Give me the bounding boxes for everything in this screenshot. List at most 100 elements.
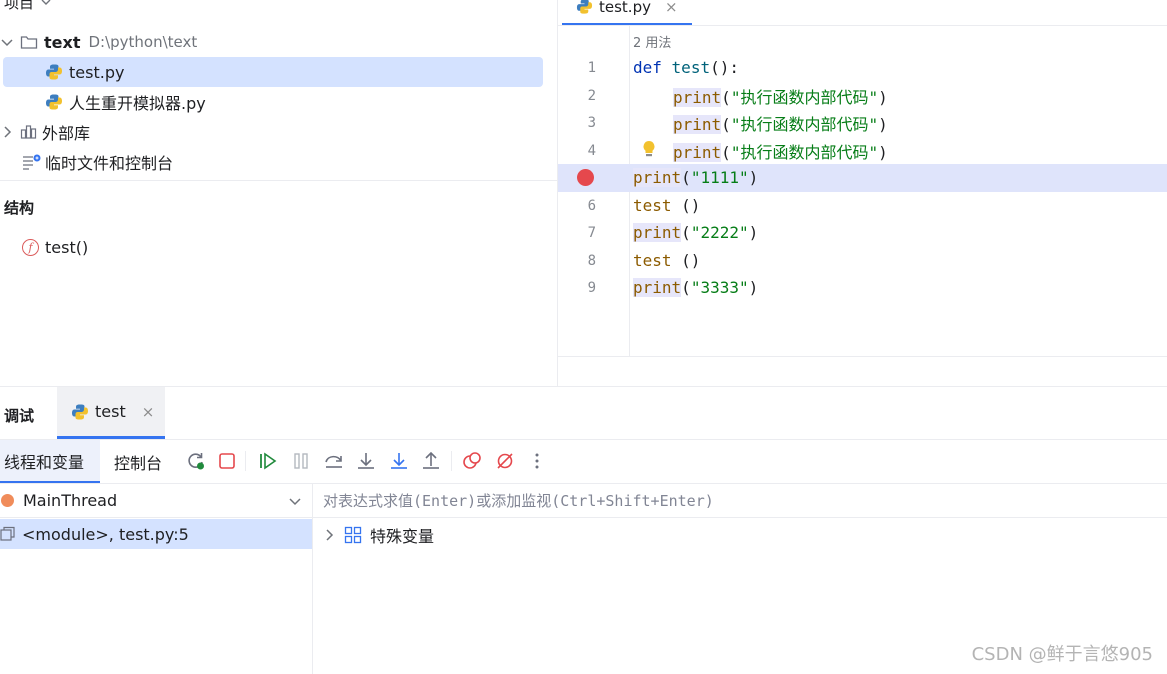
code-text: test () [633, 196, 701, 216]
tree-scratches[interactable]: 临时文件和控制台 [0, 147, 173, 177]
step-into-icon[interactable] [355, 450, 377, 472]
code-line-7[interactable]: 7 print("2222") [558, 219, 1167, 247]
root-folder-name: text [44, 32, 81, 52]
code-text: print("执行函数内部代码") [673, 142, 888, 162]
pane-divider[interactable] [0, 180, 557, 181]
code-line-3[interactable]: 3 print("执行函数内部代码") [558, 109, 1167, 137]
line-number: 7 [587, 224, 596, 241]
pause-icon[interactable] [290, 450, 312, 472]
code-line-2[interactable]: 2 print("执行函数内部代码") [558, 82, 1167, 110]
step-out-icon[interactable] [420, 450, 442, 472]
line-number: 6 [587, 197, 596, 214]
tab-console[interactable]: 控制台 [114, 440, 162, 484]
special-variables-icon [344, 526, 362, 544]
rerun-icon[interactable] [185, 450, 207, 472]
code-text: print("执行函数内部代码") [673, 114, 888, 134]
python-file-icon [72, 404, 88, 419]
debug-title: 调试 [4, 407, 35, 425]
function-icon: f [22, 239, 39, 256]
code-editor[interactable]: test.py × 2 用法 1 def test(): 2 print("执行… [557, 0, 1167, 386]
code-line-6[interactable]: 6 test () [558, 192, 1167, 220]
lightbulb-icon[interactable] [642, 140, 656, 158]
debug-session-label: test [95, 402, 126, 421]
thread-name: MainThread [23, 491, 118, 510]
tree-external-libs[interactable]: 外部库 [0, 117, 90, 147]
toolbar-separator [245, 451, 246, 471]
code-line-1[interactable]: 1 def test(): [558, 54, 1167, 82]
python-file-icon [46, 64, 62, 80]
line-number: 4 [587, 142, 596, 159]
chevron-right-icon[interactable] [0, 125, 14, 139]
frame-icon [0, 526, 15, 541]
debug-tool-window: 调试 test × 线程和变量 控制台 MainThread <module>,… [0, 386, 1167, 674]
close-icon[interactable]: × [142, 403, 155, 421]
thread-status-icon [1, 494, 14, 507]
file-name: test.py [69, 62, 125, 82]
python-file-icon [576, 0, 593, 14]
folder-icon [20, 36, 38, 49]
project-header-label: 项目 [4, 0, 35, 12]
external-libs-label: 外部库 [42, 124, 91, 143]
line-number: 2 [587, 87, 596, 104]
tree-root-text[interactable]: text D:\python\text [0, 27, 197, 57]
chevron-down-icon[interactable] [0, 35, 14, 49]
code-line-8[interactable]: 8 test () [558, 247, 1167, 275]
debug-session-tab[interactable]: test × [57, 387, 165, 439]
tabbar-divider [558, 25, 1167, 26]
editor-tab-test-py[interactable]: test.py × [562, 0, 692, 26]
chevron-down-icon[interactable] [288, 494, 302, 508]
scratches-label: 临时文件和控制台 [45, 154, 174, 173]
code-text: def test(): [633, 58, 739, 78]
tab-console-label: 控制台 [114, 454, 163, 473]
code-text: print("执行函数内部代码") [673, 87, 888, 107]
structure-item-test[interactable]: f test() [22, 238, 88, 257]
stack-frame-label: <module>, test.py:5 [22, 524, 189, 544]
chevron-right-icon[interactable] [322, 528, 336, 542]
special-variables-label: 特殊变量 [370, 527, 435, 546]
stop-icon[interactable] [216, 450, 238, 472]
editor-tab-label: test.py [599, 0, 651, 16]
code-line-4[interactable]: 4 print("执行函数内部代码") [558, 137, 1167, 165]
scratches-icon [23, 154, 41, 170]
line-number: 9 [587, 279, 596, 296]
view-breakpoints-icon[interactable] [461, 450, 483, 472]
watermark: CSDN @鲜于言悠905 [971, 644, 1153, 665]
mute-breakpoints-icon[interactable] [494, 450, 516, 472]
breakpoint-icon[interactable] [577, 169, 594, 187]
root-folder-path: D:\python\text [88, 33, 198, 51]
editor-bottom-divider [558, 356, 1167, 357]
toolbar-separator [451, 451, 452, 471]
project-header[interactable]: 项目 [4, 0, 52, 12]
code-line-5[interactable]: print("1111") [558, 164, 1167, 192]
stack-frame-row[interactable]: <module>, test.py:5 [0, 519, 312, 549]
resume-icon[interactable] [257, 450, 279, 472]
library-icon [20, 125, 37, 139]
step-into-my-code-icon[interactable] [388, 450, 410, 472]
file-name: 人生重开模拟器.py [69, 94, 206, 113]
step-over-icon[interactable] [323, 450, 345, 472]
close-icon[interactable]: × [665, 0, 678, 16]
variables-special-node[interactable]: 特殊变量 [322, 523, 434, 547]
tree-file-simulator-py[interactable]: 人生重开模拟器.py [0, 87, 206, 117]
chevron-down-icon [41, 0, 51, 5]
project-pane: 项目 text D:\python\text test.py 人生重开模拟器.p… [0, 0, 557, 386]
code-text: print("3333") [633, 278, 759, 298]
tab-threads-variables[interactable]: 线程和变量 [0, 440, 100, 484]
code-line-9[interactable]: 9 print("3333") [558, 274, 1167, 302]
usages-hint[interactable]: 2 用法 [633, 32, 671, 51]
line-number: 3 [587, 114, 596, 131]
structure-item-label: test() [45, 238, 89, 257]
line-number: 8 [587, 252, 596, 269]
thread-selector[interactable]: MainThread [0, 484, 312, 518]
evaluate-expression-input[interactable] [313, 484, 1167, 518]
code-text: test () [633, 251, 701, 271]
structure-title: 结构 [4, 199, 35, 217]
more-icon[interactable] [526, 450, 548, 472]
tab-threads-label: 线程和变量 [4, 452, 85, 472]
line-number: 1 [587, 59, 596, 76]
code-text: print("2222") [633, 223, 759, 243]
code-text: print("1111") [633, 168, 759, 188]
tree-file-test-py[interactable]: test.py [3, 57, 543, 87]
debug-divider [0, 439, 1167, 440]
python-file-icon [46, 94, 62, 110]
